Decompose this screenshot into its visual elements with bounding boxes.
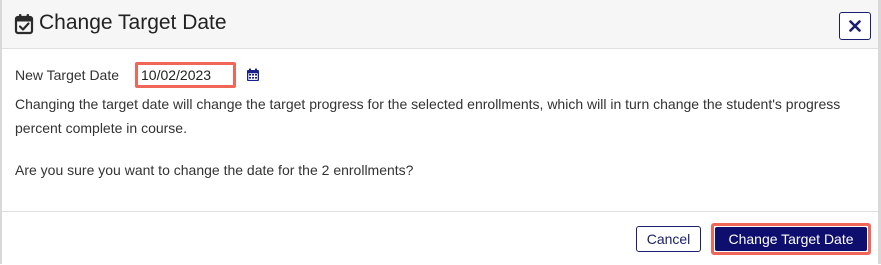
change-target-date-dialog: Change Target Date New Target Date Chang… <box>2 0 878 264</box>
warning-message: Changing the target date will change the… <box>15 96 841 136</box>
close-icon <box>849 20 861 32</box>
dialog-body: New Target Date Changing the target date… <box>2 49 878 211</box>
confirmation-question: Are you sure you want to change the date… <box>15 162 414 178</box>
dialog-title: Change Target Date <box>39 11 227 34</box>
change-target-date-button[interactable]: Change Target Date <box>715 227 867 251</box>
dialog-header: Change Target Date <box>2 0 878 49</box>
dialog-footer: Cancel Change Target Date <box>2 211 878 265</box>
confirm-button-highlight: Change Target Date <box>711 223 871 255</box>
target-date-input[interactable] <box>135 62 236 88</box>
calendar-icon[interactable] <box>246 68 260 82</box>
close-button[interactable] <box>839 12 871 40</box>
new-target-date-label: New Target Date <box>15 67 120 83</box>
calendar-check-icon <box>14 14 34 35</box>
cancel-button[interactable]: Cancel <box>636 226 701 252</box>
